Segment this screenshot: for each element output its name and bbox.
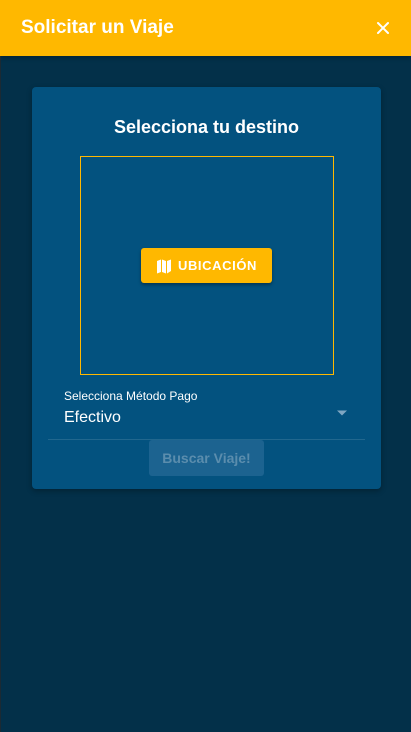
map-icon [156,259,171,273]
payment-method-value: Efectivo [64,409,121,426]
payment-method-label: Selecciona Método Pago [64,389,198,403]
window-edge [0,56,1,732]
dropdown-arrow-icon [337,410,347,416]
search-trip-button[interactable]: Buscar Viaje! [149,440,264,476]
payment-method-select[interactable]: Efectivo [48,403,365,440]
app-bar: Solicitar un Viaje [0,0,411,56]
location-button-label: UBICACIÓN [177,258,258,273]
location-button[interactable]: UBICACIÓN [141,248,272,283]
card-title: Selecciona tu destino [113,117,300,137]
map-container[interactable]: UBICACIÓN [80,156,334,375]
close-button[interactable] [371,16,395,40]
trip-request-card: Selecciona tu destino UBICACIÓN Seleccio… [32,87,381,489]
close-icon [377,22,389,34]
page-title: Solicitar un Viaje [21,17,174,38]
